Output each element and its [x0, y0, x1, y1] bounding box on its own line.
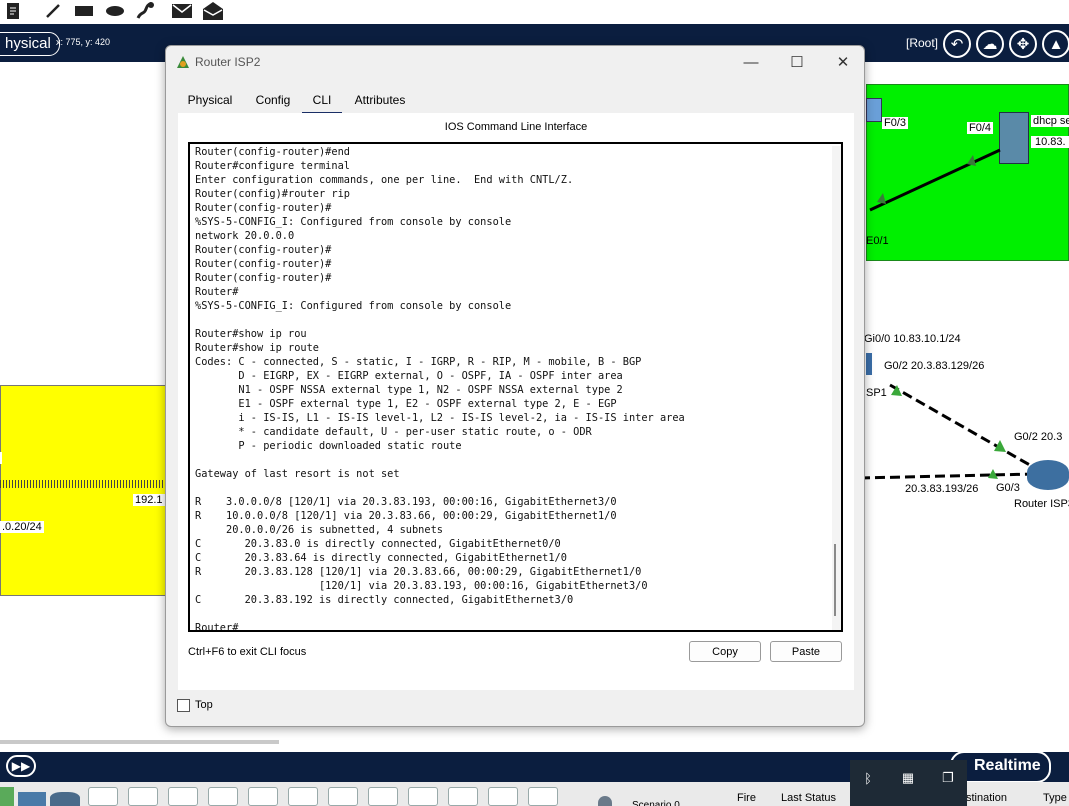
cli-panel: IOS Command Line Interface Router(config… [178, 113, 854, 690]
cli-scrollbar[interactable] [832, 146, 841, 630]
top-checkbox[interactable] [177, 699, 190, 712]
tab-cli[interactable]: CLI [302, 90, 342, 115]
freehand-icon[interactable] [134, 0, 156, 22]
simple-pdu-icon[interactable] [171, 0, 193, 22]
interface-ip-label: G0/2 20.3 [1012, 431, 1065, 443]
interface-ip-label: 20.3.83.193/26 [903, 483, 981, 495]
link-isp1-isp3 [889, 383, 1036, 470]
yellow-cluster-area [0, 385, 166, 596]
pdu-col-type: Type [1043, 792, 1067, 804]
link-status-up-icon [877, 193, 886, 204]
complex-pdu-icon[interactable] [202, 0, 224, 22]
connection-icon[interactable] [488, 787, 518, 806]
connection-icon[interactable] [328, 787, 358, 806]
cli-scrollbar-thumb[interactable] [834, 544, 836, 616]
connection-icon[interactable] [368, 787, 398, 806]
topology-links [860, 148, 1036, 480]
dialog-title: Router ISP2 [195, 55, 261, 69]
scenario-icon [598, 796, 612, 806]
tab-config[interactable]: Config [252, 90, 294, 112]
bluetooth-icon[interactable]: ᛒ [860, 770, 876, 786]
line-icon[interactable] [42, 0, 64, 22]
connection-icon[interactable] [528, 787, 558, 806]
top-checkbox-label: Top [195, 699, 213, 711]
device-label-isp1: SP1 [866, 387, 887, 399]
minimize-button[interactable]: — [731, 52, 771, 72]
device-category-icon[interactable] [18, 792, 46, 806]
root-breadcrumb[interactable]: [Root] [906, 36, 938, 50]
switch-port-strip [0, 480, 166, 488]
drawing-toolbar [0, 0, 1069, 24]
device-category-icon[interactable] [50, 792, 80, 806]
cloud-icon[interactable]: ☁ [976, 30, 1004, 58]
close-button[interactable]: ✕ [823, 52, 863, 72]
connection-icon[interactable] [128, 787, 158, 806]
interface-ip-label: Gi0/0 10.83.10.1/24 [862, 333, 963, 345]
rectangle-icon[interactable] [73, 0, 95, 22]
network-label: .0.20/24 [0, 521, 44, 533]
back-icon[interactable]: ↶ [943, 30, 971, 58]
connection-icon[interactable] [168, 787, 198, 806]
ellipse-icon[interactable] [104, 0, 126, 22]
router-isp3-icon[interactable] [1027, 460, 1069, 490]
cli-focus-hint: Ctrl+F6 to exit CLI focus [188, 646, 307, 658]
pdu-col-destination: stination [966, 792, 1007, 804]
router-dialog: Router ISP2 — ☐ ✕ Physical Config CLI At… [165, 45, 865, 727]
device-category-icon[interactable] [0, 787, 14, 806]
device-edge [0, 452, 2, 464]
fast-forward-icon[interactable]: ▶▶ [6, 755, 36, 777]
router-app-icon [177, 56, 189, 68]
network-icon[interactable]: ▦ [900, 770, 916, 786]
link-isp2-isp3 [860, 472, 1036, 480]
windows-icon[interactable]: ❐ [940, 770, 956, 786]
connection-icon[interactable] [408, 787, 438, 806]
cursor-coordinates: x: 775, y: 420 [56, 37, 111, 47]
physical-mode-button[interactable]: hysical [0, 32, 60, 56]
router-isp1-icon[interactable] [866, 353, 872, 375]
cli-output[interactable]: Router(config-router)#end Router#configu… [195, 145, 685, 630]
viewport-icon[interactable]: ▲ [1042, 30, 1069, 58]
pdu-col-fire: Fire [737, 792, 756, 804]
pdu-col-last-status: Last Status [781, 792, 837, 804]
interface-ip-label: 192.1 [133, 494, 165, 506]
connection-icon[interactable] [248, 787, 278, 806]
cli-console[interactable]: Router(config-router)#end Router#configu… [188, 142, 843, 632]
interface-ip-label: G0/2 20.3.83.129/26 [882, 360, 987, 372]
connection-icon[interactable] [208, 787, 238, 806]
move-icon[interactable]: ✥ [1009, 30, 1037, 58]
note-icon[interactable] [2, 0, 24, 22]
maximize-button[interactable]: ☐ [777, 52, 817, 72]
connection-icon[interactable] [448, 787, 478, 806]
link-switch-server [869, 148, 1001, 212]
tab-attributes[interactable]: Attributes [350, 90, 410, 112]
paste-button[interactable]: Paste [770, 641, 842, 662]
connection-icon[interactable] [88, 787, 118, 806]
copy-button[interactable]: Copy [689, 641, 761, 662]
connection-icon[interactable] [288, 787, 318, 806]
port-label-g03: G0/3 [994, 482, 1022, 494]
cli-header: IOS Command Line Interface [444, 121, 588, 133]
device-label-isp3: Router ISP3 [1012, 498, 1069, 510]
scenario-select[interactable]: Scenario 0 [632, 797, 712, 806]
dialog-titlebar[interactable]: Router ISP2 — ☐ ✕ [166, 46, 864, 78]
tab-physical[interactable]: Physical [178, 90, 242, 112]
workspace-scrollbar[interactable] [0, 740, 279, 744]
